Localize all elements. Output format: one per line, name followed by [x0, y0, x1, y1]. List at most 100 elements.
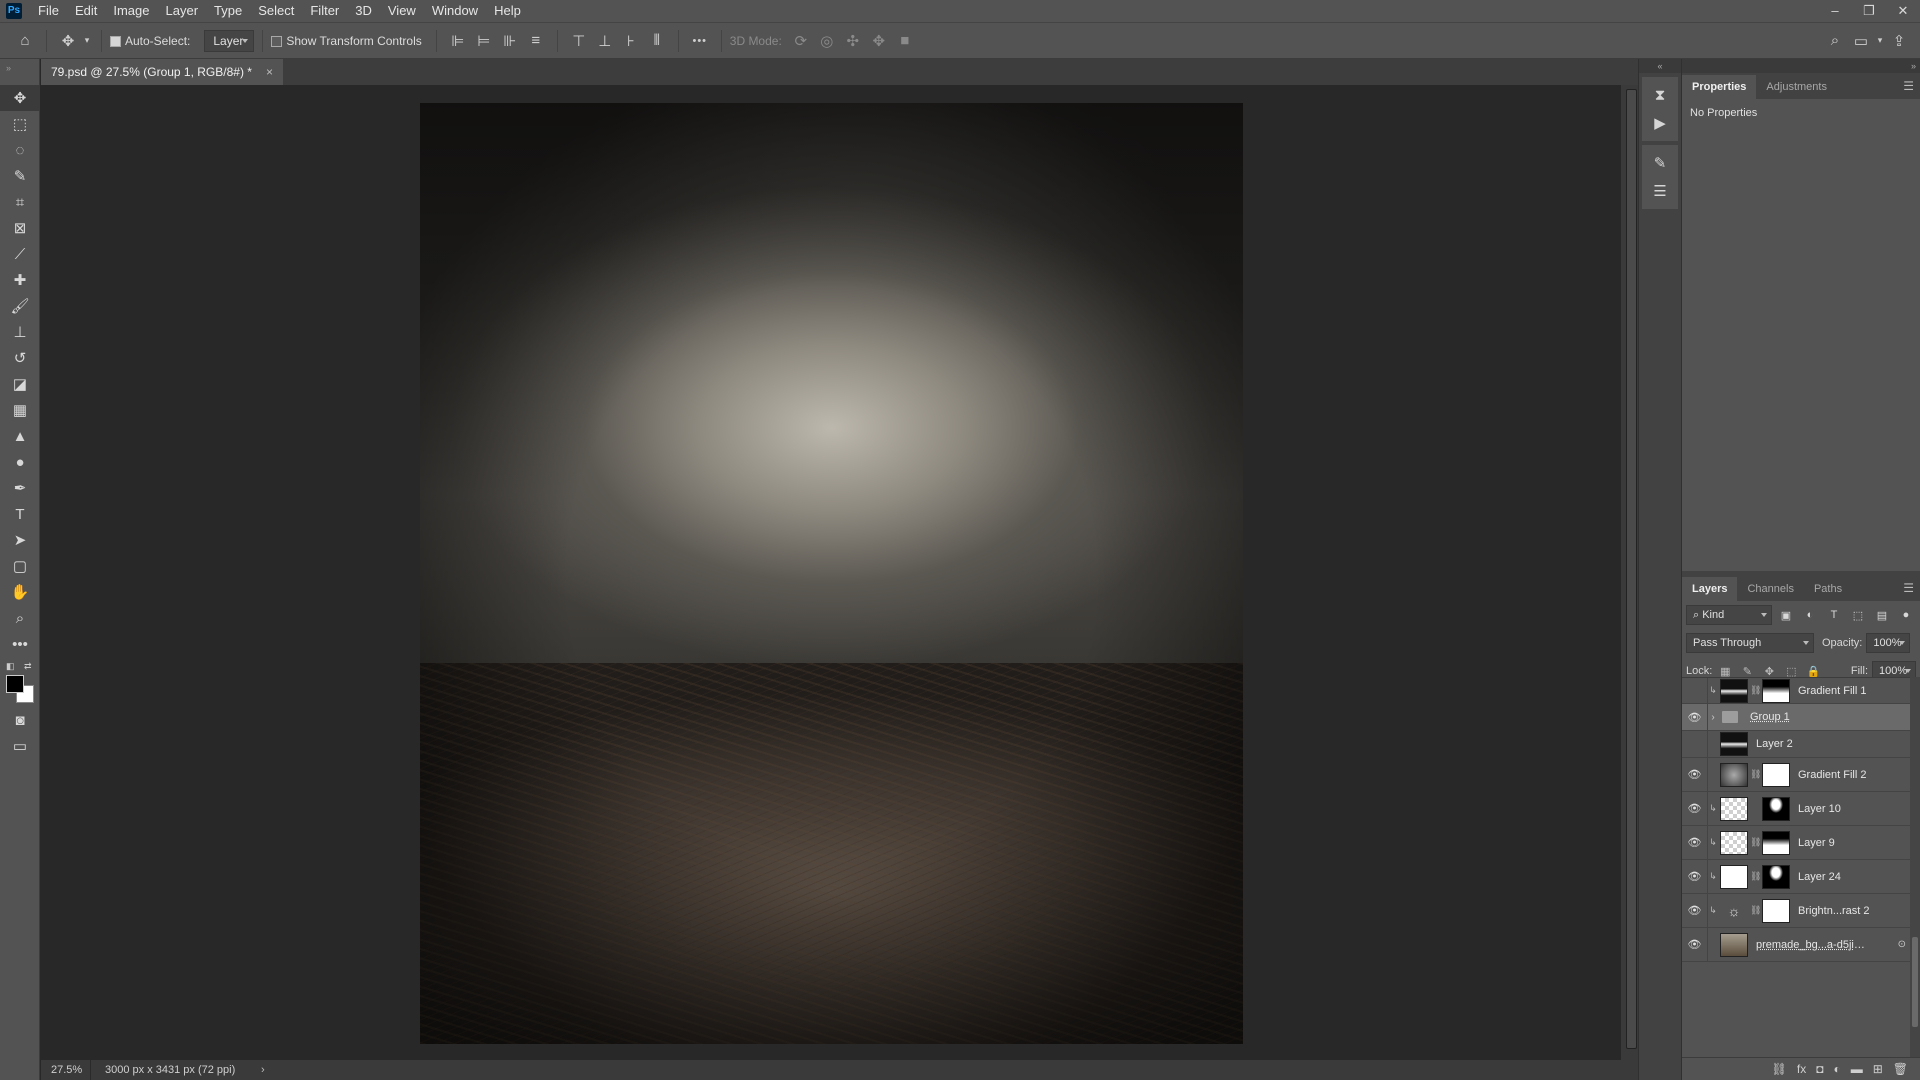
layer-mask-thumbnail[interactable]: [1762, 898, 1790, 923]
search-icon[interactable]: ⌕: [1822, 29, 1848, 53]
layer-name[interactable]: Layer 2: [1756, 738, 1793, 750]
tab-properties[interactable]: Properties: [1682, 75, 1757, 99]
actions-panel-icon[interactable]: ▶: [1642, 109, 1678, 137]
default-colors-icon[interactable]: ◧: [6, 661, 15, 672]
layer-name[interactable]: Gradient Fill 2: [1798, 769, 1866, 781]
layer-name[interactable]: Gradient Fill 1: [1798, 685, 1866, 697]
layer-thumbnail[interactable]: [1720, 932, 1748, 957]
opacity-field[interactable]: 100%: [1866, 633, 1911, 653]
blur-tool-icon[interactable]: ▲: [0, 423, 40, 449]
align-bottom-icon[interactable]: ⊦: [618, 29, 644, 53]
panel-menu-icon[interactable]: ☰: [1903, 581, 1914, 595]
eye-icon[interactable]: 👁: [1682, 860, 1708, 893]
path-selection-tool-icon[interactable]: ➤: [0, 527, 40, 553]
layer-name[interactable]: Group 1: [1750, 711, 1790, 723]
layer-row[interactable]: Layer 2: [1682, 731, 1920, 758]
visibility-toggle[interactable]: [1682, 731, 1708, 757]
quick-selection-tool-icon[interactable]: ✎: [0, 163, 40, 189]
layer-style-icon[interactable]: fx: [1797, 1062, 1806, 1076]
panel-collapse-icon[interactable]: »: [1682, 59, 1920, 73]
align-middle-icon[interactable]: ⊥: [592, 29, 618, 53]
edit-toolbar-icon[interactable]: •••: [0, 631, 40, 657]
layer-mask-thumbnail[interactable]: [1762, 796, 1790, 821]
layer-row[interactable]: 👁 ⛓ Gradient Fill 2: [1682, 758, 1920, 792]
history-panel-icon[interactable]: ⧗: [1642, 81, 1678, 109]
quick-mask-icon[interactable]: ◙: [0, 707, 40, 733]
layer-row[interactable]: 👁 ↳ Layer 10: [1682, 792, 1920, 826]
add-mask-icon[interactable]: ◘: [1816, 1062, 1823, 1076]
layer-mask-thumbnail[interactable]: [1762, 830, 1790, 855]
layer-thumbnail[interactable]: [1720, 732, 1748, 756]
screen-mode-icon[interactable]: ▭: [0, 733, 40, 759]
menu-window[interactable]: Window: [424, 0, 486, 22]
3d-pan-icon[interactable]: ✣: [840, 29, 866, 53]
layer-thumbnail[interactable]: ☼: [1720, 898, 1748, 923]
menu-file[interactable]: File: [30, 0, 67, 22]
lock-transparent-icon[interactable]: ▦: [1716, 665, 1734, 678]
eye-icon[interactable]: 👁: [1682, 792, 1708, 825]
filter-adjustment-icon[interactable]: ◐: [1800, 609, 1820, 621]
align-left-icon[interactable]: ⊫: [445, 29, 471, 53]
menu-3d[interactable]: 3D: [347, 0, 380, 22]
distribute-vertical-icon[interactable]: ⫴: [644, 29, 670, 53]
show-transform-checkbox[interactable]: [271, 36, 283, 47]
brush-tool-icon[interactable]: 🖌: [0, 293, 40, 319]
align-right-icon[interactable]: ⊪: [497, 29, 523, 53]
crop-tool-icon[interactable]: ⌗: [0, 189, 40, 215]
eye-icon[interactable]: 👁: [1682, 894, 1708, 927]
layer-name[interactable]: Layer 24: [1798, 871, 1841, 883]
close-tab-icon[interactable]: ×: [266, 65, 273, 79]
layer-row[interactable]: 👁 › Group 1: [1682, 704, 1920, 731]
auto-select-checkbox[interactable]: [110, 36, 121, 47]
lock-all-icon[interactable]: 🔒: [1804, 665, 1822, 678]
brush-settings-panel-icon[interactable]: ✎: [1642, 149, 1678, 177]
more-options-button[interactable]: •••: [687, 29, 713, 53]
tab-paths[interactable]: Paths: [1804, 577, 1852, 601]
layer-thumbnail[interactable]: [1720, 830, 1748, 855]
auto-select-target-dropdown[interactable]: Layer: [204, 29, 255, 52]
layers-scrollbar-thumb[interactable]: [1912, 937, 1918, 1027]
align-top-icon[interactable]: ⊤: [566, 29, 592, 53]
swap-colors-icon[interactable]: ⇄: [24, 661, 32, 672]
layer-mask-thumbnail[interactable]: [1762, 678, 1790, 703]
workspace-icon[interactable]: ▭: [1848, 29, 1874, 53]
layer-thumbnail[interactable]: [1720, 864, 1748, 889]
menu-view[interactable]: View: [380, 0, 424, 22]
new-adjustment-layer-icon[interactable]: ◐: [1833, 1062, 1840, 1076]
pen-tool-icon[interactable]: ✒: [0, 475, 40, 501]
layer-row[interactable]: 👁 ↳ ☼ ⛓ Brightn...rast 2: [1682, 894, 1920, 928]
filter-smart-object-icon[interactable]: ▤: [1872, 609, 1892, 622]
eraser-tool-icon[interactable]: ◪: [0, 371, 40, 397]
new-layer-icon[interactable]: ⊞: [1873, 1062, 1883, 1076]
lock-image-icon[interactable]: ✎: [1738, 665, 1756, 678]
status-menu-arrow-icon[interactable]: ›: [261, 1064, 265, 1076]
layer-name[interactable]: Layer 9: [1798, 837, 1835, 849]
filter-shape-icon[interactable]: ⬚: [1848, 609, 1868, 622]
align-center-icon[interactable]: ⊨: [471, 29, 497, 53]
tab-channels[interactable]: Channels: [1737, 577, 1803, 601]
close-window-button[interactable]: ✕: [1886, 3, 1920, 19]
rectangle-tool-icon[interactable]: ▢: [0, 553, 40, 579]
gradient-tool-icon[interactable]: ▦: [0, 397, 40, 423]
mask-link-icon[interactable]: ⛓: [1750, 871, 1761, 882]
layer-row[interactable]: 👁 ↳ ⛓ Layer 9: [1682, 826, 1920, 860]
chevron-down-icon[interactable]: ▾: [1874, 29, 1886, 53]
move-tool-preset-icon[interactable]: ✥: [55, 29, 81, 53]
layer-row[interactable]: 👁 ↳ ⛓ Layer 24: [1682, 860, 1920, 894]
visibility-toggle[interactable]: [1682, 678, 1708, 703]
scrollbar-thumb[interactable]: [1626, 89, 1637, 1049]
menu-help[interactable]: Help: [486, 0, 529, 22]
new-group-icon[interactable]: ▬: [1851, 1062, 1863, 1076]
link-layers-icon[interactable]: ⛓: [1772, 1062, 1787, 1076]
eye-icon[interactable]: 👁: [1682, 704, 1708, 730]
eye-icon[interactable]: 👁: [1682, 758, 1708, 791]
layer-name[interactable]: premade_bg...a-d5jiqa0...: [1756, 939, 1866, 951]
panel-menu-icon[interactable]: ☰: [1903, 79, 1914, 93]
3d-slide-icon[interactable]: ✥: [866, 29, 892, 53]
dock-collapse-icon[interactable]: «: [1639, 59, 1681, 73]
menu-type[interactable]: Type: [206, 0, 250, 22]
3d-camera-icon[interactable]: ■: [892, 29, 918, 53]
distribute-icon[interactable]: ≡: [523, 29, 549, 53]
layer-name[interactable]: Layer 10: [1798, 803, 1841, 815]
eyedropper-tool-icon[interactable]: ⟋: [0, 241, 40, 267]
